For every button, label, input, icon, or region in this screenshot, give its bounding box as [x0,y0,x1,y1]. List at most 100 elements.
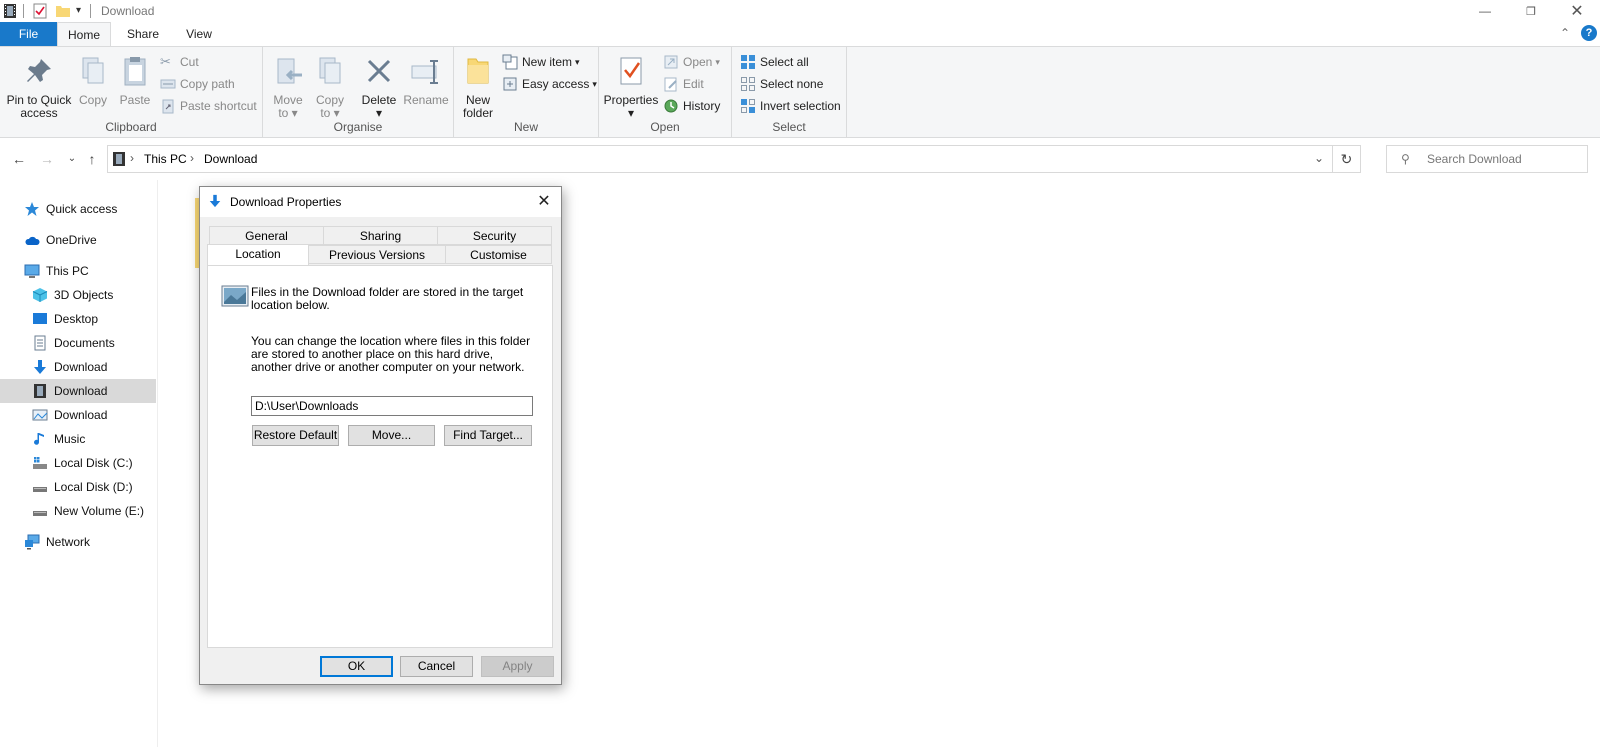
picture-icon [32,409,48,421]
properties-button[interactable]: Properties ▾ [603,51,659,120]
drive-icon [33,511,47,516]
copy-path-icon [160,79,176,89]
scissors-icon: ✂ [160,54,171,69]
edit-button[interactable]: Edit [663,74,704,94]
breadcrumb-download[interactable]: Download [204,152,257,166]
address-bar[interactable]: › This PC › Download ⌄ [107,145,1333,173]
apply-button[interactable]: Apply [481,656,554,677]
nav-item-3d-objects[interactable]: 3D Objects [0,283,156,307]
nav-item-network[interactable]: Network [0,530,156,554]
new-folder-button[interactable]: New folder [458,51,498,120]
paste-button[interactable]: Paste [118,51,152,107]
forward-arrow-icon[interactable]: → [38,150,56,168]
tab-home[interactable]: Home [57,22,111,47]
folder-icon [467,58,489,84]
nav-item-new-volume-e[interactable]: New Volume (E:) [0,499,156,523]
nav-item-local-disk-c[interactable]: Local Disk (C:) [0,451,156,475]
nav-item-onedrive[interactable]: OneDrive [0,228,156,252]
download-arrow-icon [209,194,221,208]
nav-item-local-disk-d[interactable]: Local Disk (D:) [0,475,156,499]
recent-locations-chevron-icon[interactable]: ⌄ [63,150,81,168]
copy-path-button[interactable]: Copy path [160,74,235,94]
nav-item-documents[interactable]: Documents [0,331,156,355]
invert-selection-button[interactable]: Invert selection [740,96,841,116]
select-none-icon [741,77,755,91]
restore-button[interactable]: ❐ [1508,0,1554,22]
download-arrow-icon [34,360,46,374]
new-folder-icon[interactable] [55,3,71,19]
open-button[interactable]: Open ▾ [663,52,720,72]
nav-item-desktop[interactable]: Desktop [0,307,156,331]
breadcrumb-separator-icon[interactable]: › [130,151,134,165]
new-item-button[interactable]: New item ▾ [502,52,580,72]
tab-general[interactable]: General [209,226,324,245]
cube-icon [32,288,48,302]
select-none-button[interactable]: Select none [740,74,823,94]
easy-access-icon [503,77,517,91]
ok-button[interactable]: OK [320,656,393,677]
move-button[interactable]: Move... [348,425,435,446]
breadcrumb-this-pc[interactable]: This PC [144,152,187,166]
copy-button[interactable]: Copy [76,51,110,107]
cancel-button[interactable]: Cancel [400,656,473,677]
properties-dialog: Download Properties ✕ General Sharing Se… [199,186,562,685]
select-all-icon [741,55,755,69]
location-description: Files in the Download folder are stored … [251,285,524,312]
organise-group-label: Organise [333,120,383,134]
paste-shortcut-button[interactable]: Paste shortcut [160,96,257,116]
tab-location[interactable]: Location [207,244,309,265]
nav-item-quick-access[interactable]: Quick access [0,197,156,221]
select-group: Select all Select none Invert selection … [732,47,847,137]
ribbon: Pin to Quick access Copy Paste ✂ Cut Cop… [0,46,1600,138]
up-arrow-icon[interactable]: ↑ [83,150,101,168]
tab-view[interactable]: View [171,22,227,46]
minimize-button[interactable]: — [1462,0,1508,22]
new-item-icon [502,54,518,70]
nav-item-this-pc[interactable]: This PC [0,259,156,283]
refresh-icon: ↻ [1340,151,1353,167]
back-arrow-icon[interactable]: ← [10,150,28,168]
paste-shortcut-icon [162,99,174,114]
cut-button[interactable]: ✂ Cut [160,52,199,72]
pin-to-quick-access-button[interactable]: Pin to Quick access [4,51,74,120]
breadcrumb-separator-icon[interactable]: › [190,151,194,165]
drive-icon [33,457,47,469]
properties-check-icon[interactable] [32,3,48,19]
tab-customise[interactable]: Customise [445,245,552,264]
close-button[interactable]: ✕ [1554,0,1600,22]
tab-previous-versions[interactable]: Previous Versions [308,245,446,264]
dialog-close-button[interactable]: ✕ [533,191,555,213]
address-row: ← → ⌄ ↑ › This PC › Download ⌄ ↻ ⚲ Searc… [0,142,1600,176]
customize-toolbar-chevron-icon[interactable]: ▾ [76,5,81,16]
delete-button[interactable]: Delete ▾ [359,51,399,120]
tab-file[interactable]: File [0,22,57,46]
refresh-button[interactable]: ↻ [1333,145,1361,173]
collapse-ribbon-icon[interactable]: ⌃ [1560,26,1570,40]
move-to-button[interactable]: Move to ▾ [271,51,305,120]
search-input[interactable]: ⚲ Search Download [1386,145,1588,173]
rename-button[interactable]: Rename [403,51,449,107]
music-note-icon [34,433,44,445]
tab-share[interactable]: Share [115,22,171,46]
nav-item-music[interactable]: Music [0,427,156,451]
clipboard-group-label: Clipboard [105,120,157,134]
nav-item-download-1[interactable]: Download [0,355,156,379]
restore-default-button[interactable]: Restore Default [252,425,339,446]
find-target-button[interactable]: Find Target... [444,425,532,446]
tab-security[interactable]: Security [437,226,552,245]
select-all-button[interactable]: Select all [740,52,809,72]
organise-group: Move to ▾ Copy to ▾ Delete ▾ Rename Orga… [263,47,454,137]
target-path-input[interactable] [251,396,533,416]
ribbon-tabs: File Home Share View ⌃ ? [0,22,1600,47]
tab-sharing[interactable]: Sharing [323,226,438,245]
help-icon[interactable]: ? [1581,25,1597,41]
history-icon [664,99,678,113]
history-button[interactable]: History [663,96,720,116]
nav-item-download-3[interactable]: Download [0,403,156,427]
open-group: Properties ▾ Open ▾ Edit History Open [599,47,732,137]
address-dropdown-chevron-icon[interactable]: ⌄ [1314,151,1324,165]
copy-to-button[interactable]: Copy to ▾ [313,51,347,120]
nav-item-download-2[interactable]: Download [0,379,156,403]
film-icon [4,4,16,18]
easy-access-button[interactable]: Easy access ▾ [502,74,597,94]
